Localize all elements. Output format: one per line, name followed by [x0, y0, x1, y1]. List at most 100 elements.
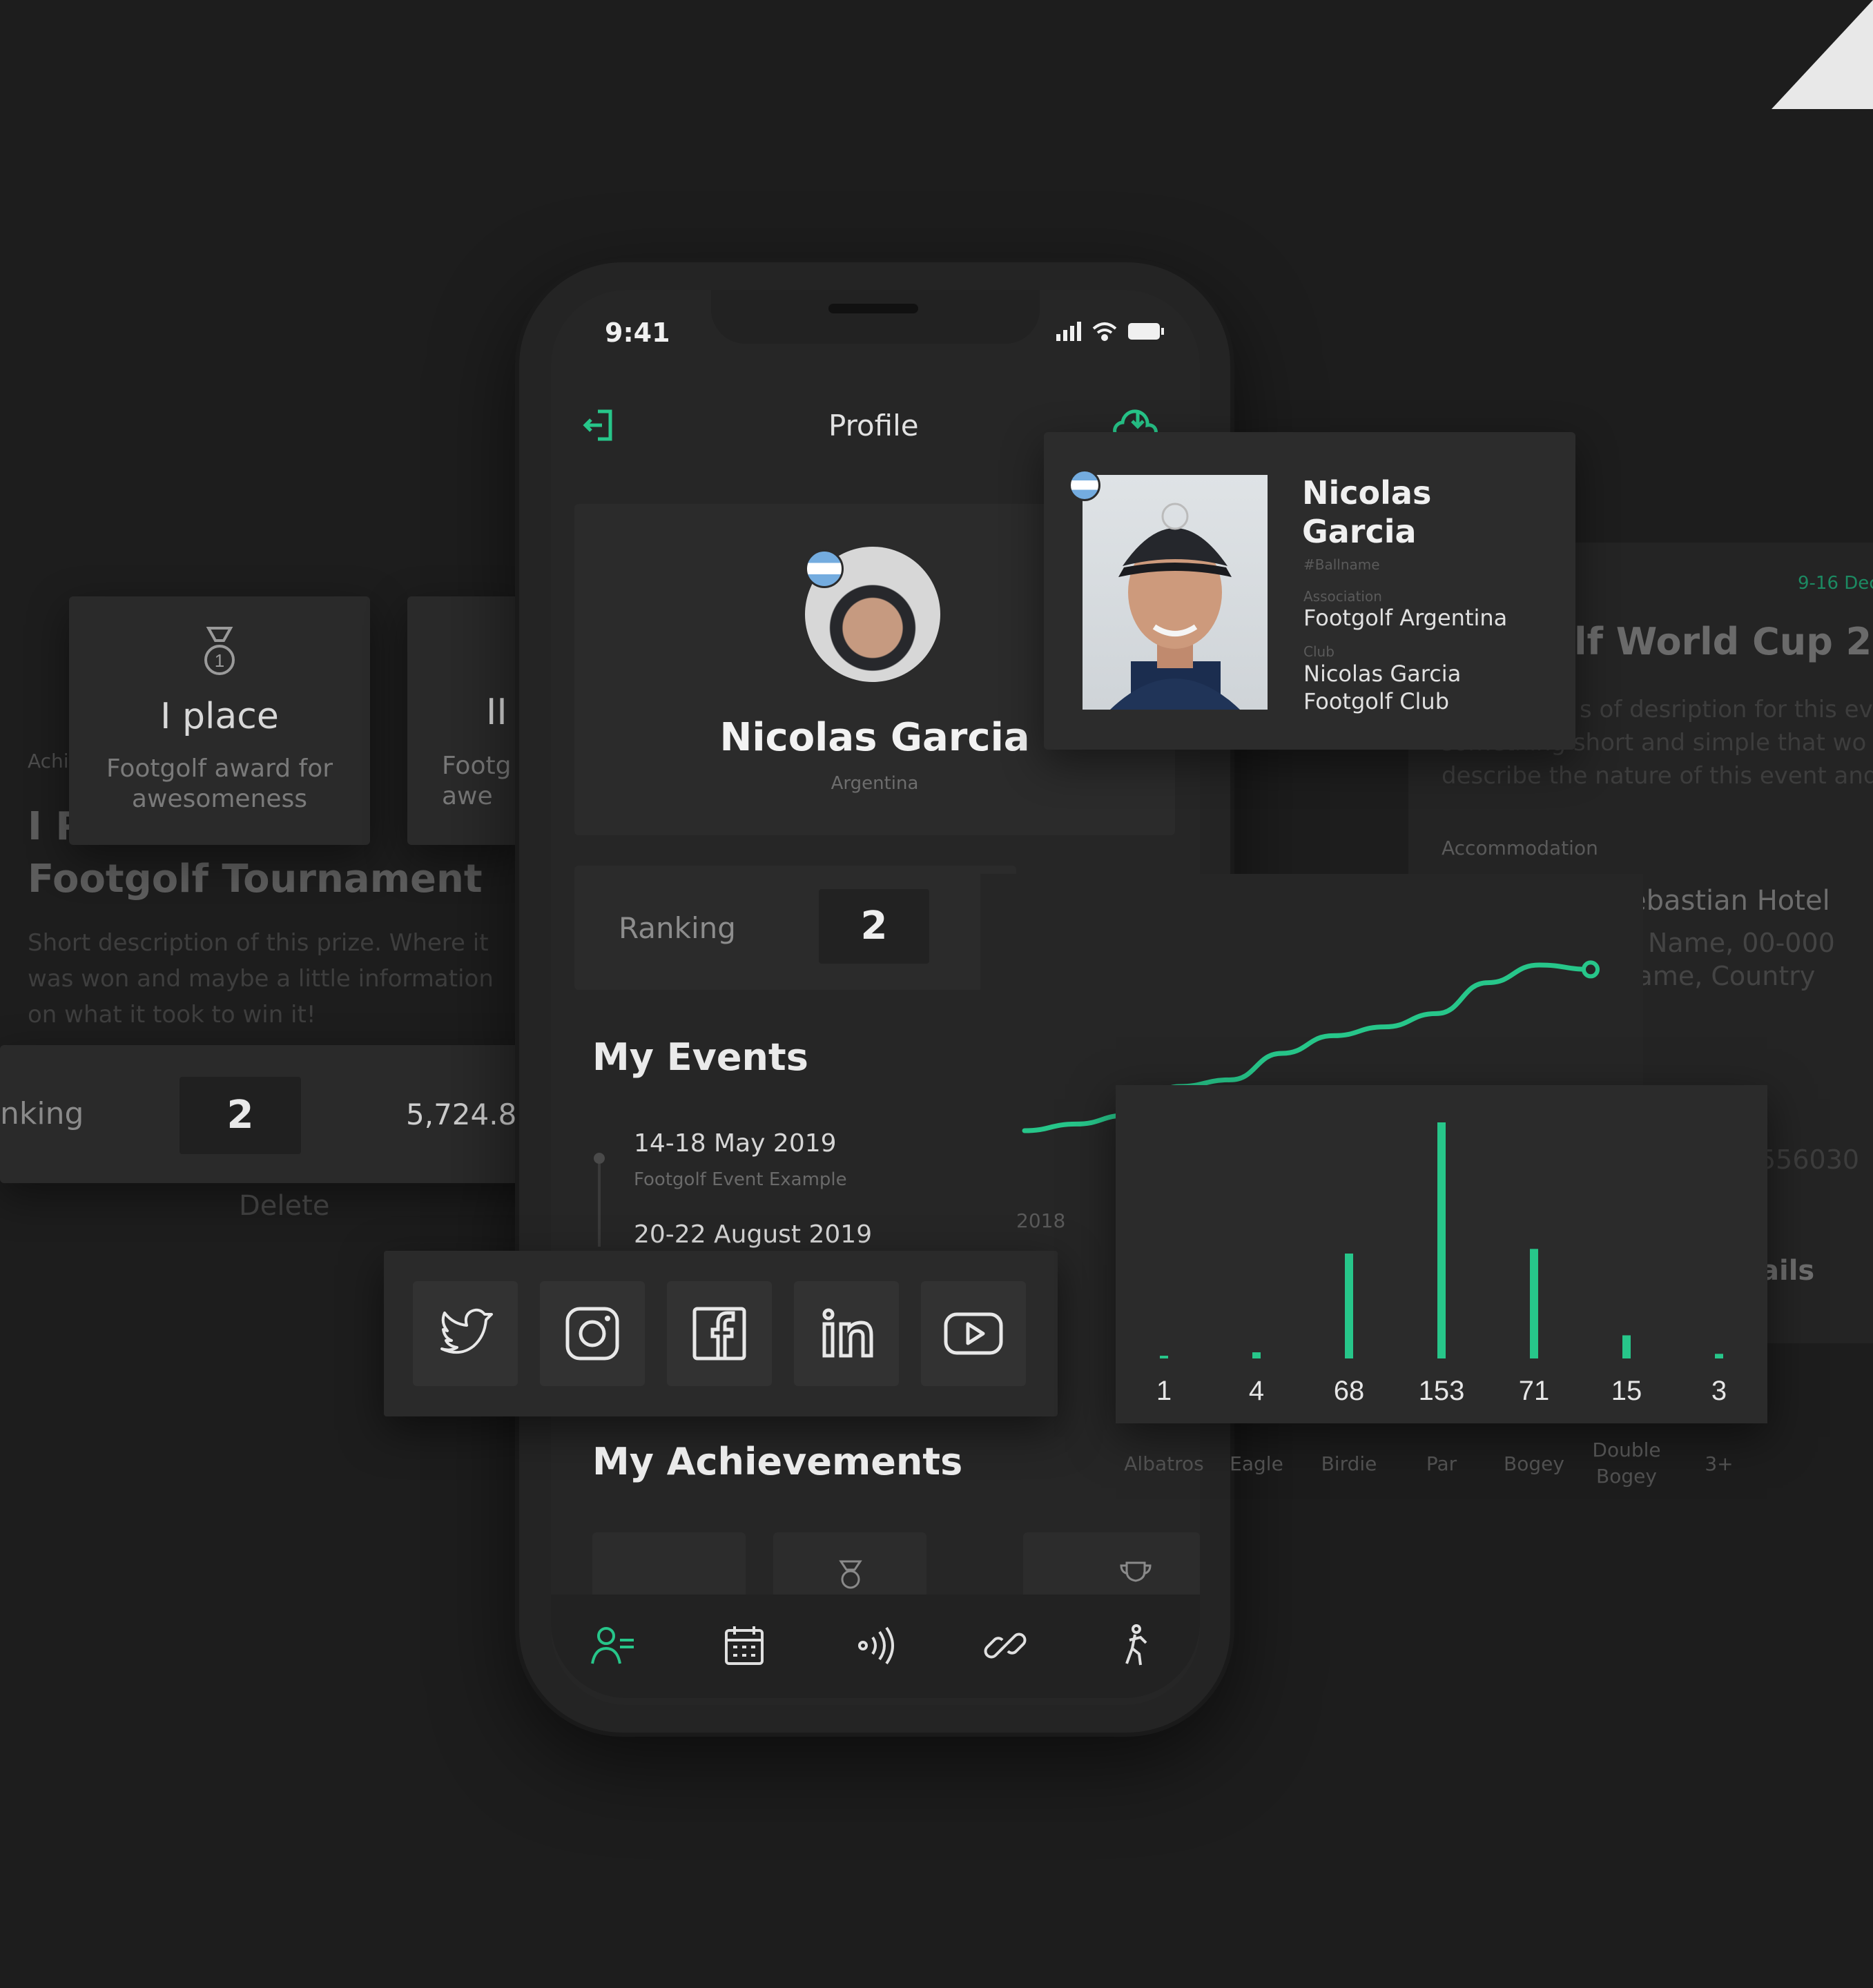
achievement-title: I place: [160, 696, 279, 737]
twitter-button[interactable]: [413, 1281, 518, 1386]
achievement-card-second-place[interactable]: II Footg awe: [407, 596, 525, 845]
bar-category-label: Birdie: [1301, 1451, 1397, 1477]
tab-calendar[interactable]: [722, 1624, 766, 1668]
achievement-description-line1: Footgolf award for: [106, 754, 333, 783]
achievement-detail-description: Short description of this prize. Where i…: [28, 929, 494, 1029]
achievement-title: II: [486, 692, 507, 733]
profile-country: Argentina: [831, 773, 919, 794]
bar-chart: 1 4 68 153 71 15 3: [1156, 1122, 1727, 1406]
tab-profile[interactable]: [591, 1624, 635, 1668]
bar: [1622, 1335, 1631, 1358]
player-last-name: Garcia: [1302, 513, 1417, 550]
link-icon: [984, 1633, 1027, 1659]
club-label: Club: [1303, 643, 1335, 660]
tab-play[interactable]: [1113, 1624, 1157, 1668]
linkedin-icon: [822, 1308, 873, 1358]
points-value: 5,724.84: [406, 1098, 536, 1131]
instagram-button[interactable]: [540, 1281, 645, 1386]
hotel-address-line2: lame, Country: [1629, 961, 1816, 991]
wifi-icon: [1092, 322, 1117, 341]
achievement-description: Footg awe: [442, 751, 511, 812]
bar-value-label: 15: [1611, 1376, 1642, 1406]
player-portrait-image: [1110, 503, 1240, 710]
details-link[interactable]: ails: [1760, 1255, 1814, 1287]
association-value: Footgolf Argentina: [1303, 605, 1508, 631]
achievement-card-first-place[interactable]: 1 I place Footgolf award for awesomeness: [69, 596, 370, 845]
bar-category-label-line: Par: [1426, 1452, 1457, 1475]
hotel-address: t Name, 00-000 lame, Country: [1629, 926, 1835, 993]
player-photo: [1083, 475, 1268, 710]
page-curl-corner: [1772, 0, 1873, 109]
bar-category-label-line: Birdie: [1321, 1452, 1377, 1475]
ranking-label: Ranking: [619, 911, 736, 945]
user-list-icon: [591, 1627, 634, 1664]
achievement-tile[interactable]: [773, 1532, 926, 1601]
event-item-name: Footgolf Event Example: [634, 1169, 847, 1190]
club-value: Nicolas Garcia Footgolf Club: [1303, 660, 1461, 715]
bar-value-label: 4: [1249, 1376, 1264, 1406]
bar-category-label-line: Bogey: [1504, 1452, 1564, 1475]
page-title: Profile: [828, 409, 919, 442]
bar: [1715, 1354, 1723, 1358]
timeline-dot: [594, 1153, 605, 1164]
bar-category-label: Par: [1393, 1451, 1490, 1477]
ranking-value: 2: [179, 1077, 301, 1154]
bar-category-label-line: 3+: [1705, 1452, 1734, 1475]
ranking-row-left: nking 2 5,724.84: [0, 1045, 580, 1183]
ranking-label: nking: [0, 1096, 84, 1131]
club-value-line2: Footgolf Club: [1303, 688, 1450, 714]
medal-icon: 1: [204, 627, 235, 675]
youtube-button[interactable]: [921, 1281, 1026, 1386]
timeline-line: [598, 1164, 601, 1247]
bar-value-label: 71: [1519, 1376, 1550, 1406]
calendar-icon: [725, 1626, 764, 1665]
player-first-name: Nicolas: [1302, 474, 1432, 511]
hotel-name: ebastian Hotel: [1629, 885, 1830, 917]
bar-value-label: 153: [1419, 1376, 1465, 1406]
hotel-address-line1: t Name, 00-000: [1629, 928, 1835, 958]
achievement-description-line1: Footg: [442, 752, 512, 780]
bar-category-label-line: Albatros: [1124, 1452, 1204, 1475]
achievement-tile[interactable]: [1023, 1532, 1200, 1601]
argentina-flag-icon: [805, 549, 844, 588]
player-ballname: #Ballname: [1303, 556, 1380, 573]
bar-category-label: Eagle: [1208, 1451, 1305, 1477]
event-description-line3: describe the nature of this event and: [1442, 762, 1873, 790]
achievement-detail-title-line2: Footgolf Tournament: [28, 857, 483, 902]
event-item-date[interactable]: 20-22 August 2019: [634, 1220, 872, 1249]
bar: [1345, 1254, 1353, 1358]
twitter-icon: [440, 1308, 493, 1354]
facebook-icon: [692, 1307, 746, 1361]
tab-live[interactable]: [853, 1624, 897, 1668]
facebook-button[interactable]: [667, 1281, 772, 1386]
status-time: 9:41: [605, 318, 670, 348]
bar: [1437, 1122, 1446, 1358]
bar: [1160, 1356, 1168, 1358]
contact-number: 556030: [1759, 1144, 1860, 1175]
line-end-point[interactable]: [1582, 960, 1600, 979]
medal-icon: [839, 1560, 862, 1589]
accommodation-label: Accommodation: [1442, 837, 1598, 859]
tab-links[interactable]: [983, 1624, 1027, 1668]
logout-icon[interactable]: [581, 407, 617, 443]
delete-button[interactable]: Delete: [239, 1190, 329, 1222]
bar-category-label: Bogey: [1486, 1451, 1582, 1477]
trophy-icon: [1120, 1561, 1152, 1582]
achievement-tile[interactable]: [592, 1532, 746, 1601]
status-icons: [1056, 322, 1164, 341]
bar: [1252, 1352, 1261, 1358]
argentina-flag-icon: [1069, 469, 1100, 501]
achievements-label: Achi: [28, 750, 69, 772]
event-date: 9-16 Dec: [1798, 573, 1873, 594]
achievement-description-line2: awesomeness: [131, 785, 308, 813]
achievement-description-line2: awe: [442, 782, 493, 810]
event-item-date[interactable]: 14-18 May 2019: [634, 1129, 837, 1158]
line-chart-x-label: 2018: [1016, 1209, 1066, 1232]
association-label: Association: [1303, 588, 1382, 605]
linkedin-button[interactable]: [794, 1281, 899, 1386]
bar-category-label-line: Eagle: [1230, 1452, 1283, 1475]
achievement-description: Footgolf award for awesomeness: [69, 754, 370, 815]
event-title: lf World Cup 20: [1574, 620, 1873, 663]
bar-category-label-line: Bogey: [1596, 1465, 1657, 1488]
ranking-value: 2: [819, 889, 929, 964]
